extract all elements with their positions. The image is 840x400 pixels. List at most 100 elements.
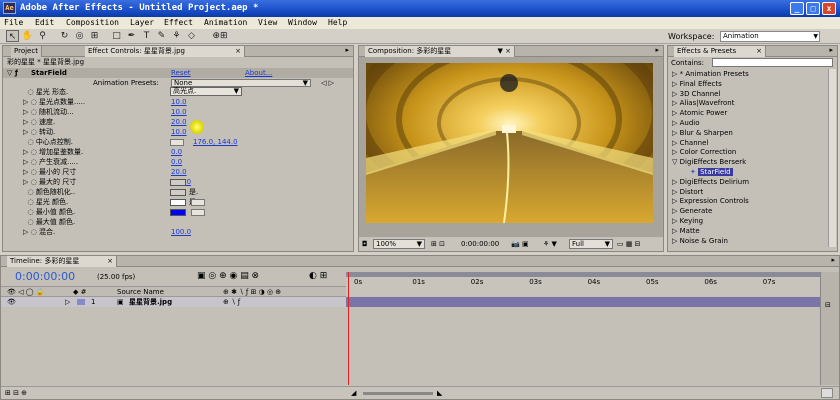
eraser-tool-icon[interactable]: ◇ bbox=[185, 30, 198, 42]
stopwatch-icon[interactable]: ◌ bbox=[27, 188, 33, 196]
expand-arrow-icon[interactable]: ▷ bbox=[672, 207, 680, 215]
menu-view[interactable]: View bbox=[258, 18, 277, 27]
tab-timeline[interactable]: Timeline: 多彩的星星 × bbox=[7, 256, 117, 267]
param-value[interactable]: 10.0 bbox=[171, 97, 187, 107]
comp-button-icon[interactable]: ⊟ bbox=[825, 300, 831, 310]
layer-duration-bar[interactable] bbox=[346, 297, 820, 307]
panel-menu-icon[interactable]: ▸ bbox=[345, 46, 349, 54]
stopwatch-icon[interactable]: ◌ bbox=[31, 148, 37, 156]
layer-name[interactable]: 星星背景.jpg bbox=[129, 297, 172, 307]
menu-animation[interactable]: Animation bbox=[204, 18, 247, 27]
tab-composition[interactable]: Composition: 多彩的星星 ▼ × bbox=[365, 46, 515, 57]
brush-tool-icon[interactable]: ✎ bbox=[155, 30, 168, 42]
expand-arrow-icon[interactable]: ▷ bbox=[672, 217, 680, 225]
effects-scrollbar[interactable] bbox=[828, 69, 836, 247]
source-name-header[interactable]: Source Name bbox=[117, 287, 164, 297]
minimize-button[interactable]: _ bbox=[790, 2, 804, 15]
effects-list-item[interactable]: ▷ Atomic Power bbox=[672, 108, 727, 118]
expand-arrow-icon[interactable]: ▷ bbox=[672, 119, 680, 127]
param-expand-icon[interactable]: ▷ bbox=[23, 178, 28, 186]
tab-close-icon[interactable]: ▼ × bbox=[498, 46, 511, 56]
effects-list-item[interactable]: ▷ * Animation Presets bbox=[672, 69, 749, 79]
max-color-swatch[interactable] bbox=[170, 209, 186, 216]
param-value[interactable]: 10.0 bbox=[171, 107, 187, 117]
star-color-checkbox[interactable] bbox=[170, 189, 186, 196]
param-expand-icon[interactable]: ▷ bbox=[23, 118, 28, 126]
menu-composition[interactable]: Composition bbox=[66, 18, 119, 27]
center-crosshair-icon[interactable] bbox=[170, 139, 184, 146]
expand-arrow-icon[interactable]: ▷ bbox=[672, 227, 680, 235]
layer-visibility-icon[interactable]: 👁 bbox=[7, 297, 16, 307]
color-random-checkbox[interactable] bbox=[170, 179, 186, 186]
layer-switch-icons[interactable]: ⊕ ∖ ƒ bbox=[223, 297, 240, 307]
expand-arrow-icon[interactable]: ▷ bbox=[672, 80, 680, 88]
param-row[interactable]: ▷ ◌ 最大的 尺寸 bbox=[23, 177, 76, 187]
param-value[interactable]: 100.0 bbox=[171, 227, 191, 237]
panel-menu-icon[interactable]: ▸ bbox=[831, 256, 835, 264]
expand-arrow-icon[interactable]: ▷ bbox=[672, 70, 680, 78]
contains-search-input[interactable] bbox=[712, 58, 833, 67]
param-row[interactable]: ▷ ◌ 随机流动... bbox=[23, 107, 74, 117]
param-value[interactable]: 0.0 bbox=[171, 157, 182, 167]
param-row[interactable]: ◌ 星光 颜色. bbox=[23, 197, 68, 207]
current-time-display[interactable]: 0:00:00:00 bbox=[461, 239, 499, 249]
stopwatch-icon[interactable]: ◌ bbox=[31, 178, 37, 186]
param-expand-icon[interactable]: ▷ bbox=[23, 128, 28, 136]
zoom-in-icon[interactable]: ◣ bbox=[437, 388, 442, 398]
stopwatch-icon[interactable]: ◌ bbox=[27, 138, 33, 146]
param-row[interactable]: ▷ ◌ 增加星鉴数量. bbox=[23, 147, 83, 157]
effects-list-item[interactable]: ▷ Generate bbox=[672, 206, 712, 216]
stopwatch-icon[interactable]: ◌ bbox=[27, 88, 33, 96]
param-row[interactable]: ▷ ◌ 速度. bbox=[23, 117, 55, 127]
text-tool-icon[interactable]: T bbox=[140, 30, 153, 42]
menu-effect[interactable]: Effect bbox=[164, 18, 193, 27]
param-row[interactable]: ▷ ◌ 星光点数量..... bbox=[23, 97, 85, 107]
tab-effects-presets[interactable]: Effects & Presets × bbox=[674, 46, 766, 57]
param-row[interactable]: ▷ ◌ 混合. bbox=[23, 227, 55, 237]
effects-list-item[interactable]: ▷ Final Effects bbox=[672, 79, 722, 89]
snapshot-icon[interactable]: 📷 ▣ bbox=[511, 239, 529, 249]
param-row[interactable]: ▷ ◌ 最小的 尺寸 bbox=[23, 167, 76, 177]
expand-arrow-icon[interactable]: ▷ bbox=[672, 188, 680, 196]
tab-close-icon[interactable]: × bbox=[235, 46, 241, 56]
clone-stamp-icon[interactable]: ⚘ bbox=[170, 30, 183, 42]
selection-tool-icon[interactable]: ↖ bbox=[6, 30, 19, 42]
resolution-dropdown[interactable]: Full ▼ bbox=[569, 239, 613, 249]
composition-viewport[interactable] bbox=[359, 57, 663, 237]
layer-expand-icon[interactable]: ▷ bbox=[65, 297, 70, 307]
about-link[interactable]: About... bbox=[245, 68, 272, 78]
param-row[interactable]: ◌ 中心点控制. bbox=[23, 137, 73, 147]
stopwatch-icon[interactable]: ◌ bbox=[31, 118, 37, 126]
stopwatch-icon[interactable]: ◌ bbox=[31, 128, 37, 136]
stopwatch-icon[interactable]: ◌ bbox=[27, 218, 33, 226]
effects-list-item[interactable]: ▷ Audio bbox=[672, 118, 700, 128]
param-row[interactable]: ◌ 颜色随机化.. bbox=[23, 187, 75, 197]
layer-switches-header-icons[interactable]: ⊕ ✱ ∖ ƒ ⊞ ◑ ◎ ⊕ bbox=[223, 287, 281, 297]
menu-file[interactable]: File bbox=[4, 18, 23, 27]
region-of-interest-icon[interactable]: ▭ ▦ ⊟ bbox=[617, 239, 641, 249]
layer-row[interactable]: 👁 ▷ 1 ▣ 星星背景.jpg ⊕ ∖ ƒ bbox=[1, 297, 346, 307]
effects-list-item[interactable]: ▷ Noise & Grain bbox=[672, 236, 728, 246]
star-type-dropdown[interactable]: 高光点. ▼ bbox=[170, 87, 242, 96]
timeline-zoom-slider[interactable] bbox=[363, 392, 433, 395]
param-value[interactable]: 20.0 bbox=[171, 167, 187, 177]
timeline-scroll-button[interactable] bbox=[821, 388, 833, 398]
effects-list-item[interactable]: ▷ Alias|Wavefront bbox=[672, 98, 734, 108]
param-expand-icon[interactable]: ▷ bbox=[23, 98, 28, 106]
stopwatch-icon[interactable]: ◌ bbox=[31, 108, 37, 116]
menu-help[interactable]: Help bbox=[328, 18, 347, 27]
safe-zones-icon[interactable]: ⊞ ⊡ bbox=[431, 239, 445, 249]
expand-arrow-icon[interactable]: ▷ bbox=[672, 178, 680, 186]
effects-list-item[interactable]: ▽ DigiEffects Berserk bbox=[672, 157, 746, 167]
param-value[interactable]: 0.0 bbox=[171, 147, 182, 157]
param-value[interactable]: 176.0, 144.0 bbox=[193, 137, 238, 147]
effects-list-item[interactable]: ▷ Distort bbox=[672, 187, 703, 197]
param-expand-icon[interactable] bbox=[23, 88, 25, 96]
stopwatch-icon[interactable]: ◌ bbox=[31, 98, 37, 106]
animation-presets-dropdown[interactable]: None ▼ bbox=[171, 79, 311, 87]
param-expand-icon[interactable] bbox=[23, 138, 25, 146]
stopwatch-icon[interactable]: ◌ bbox=[27, 208, 33, 216]
label-column-icon[interactable]: ◆ # bbox=[73, 287, 86, 297]
rotate-tool-icon[interactable]: ↻ bbox=[58, 30, 71, 42]
maximize-button[interactable]: □ bbox=[806, 2, 820, 15]
